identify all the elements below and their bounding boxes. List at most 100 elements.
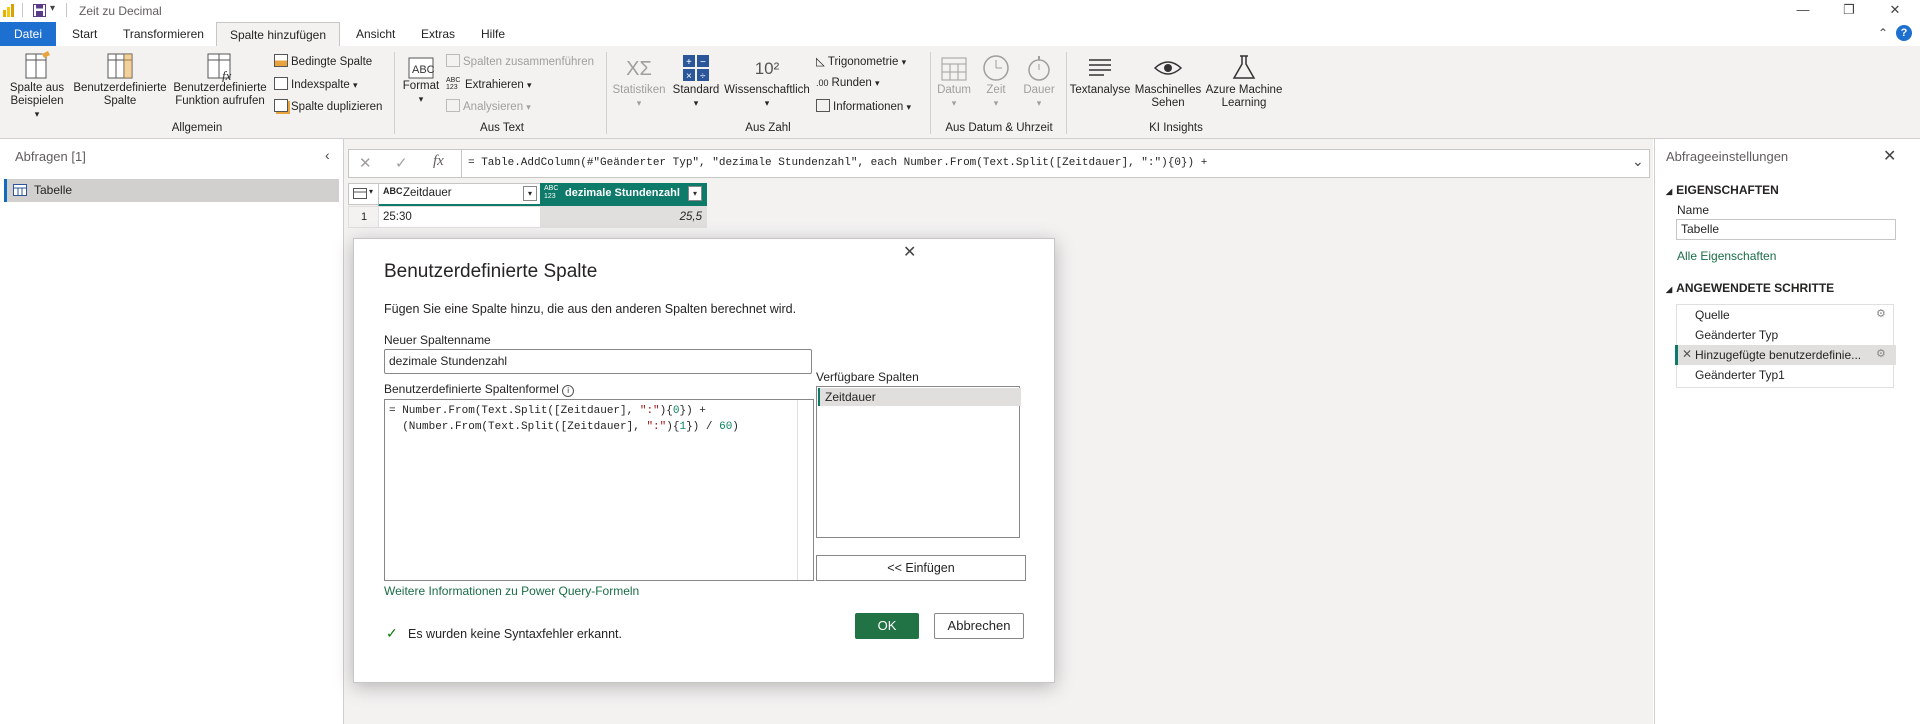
cancel-formula-icon[interactable]: ✕ (359, 154, 372, 172)
formula-text[interactable]: = Table.AddColumn(#"Geänderter Typ", "de… (468, 157, 1207, 169)
extrahieren-label: Extrahieren (465, 79, 524, 91)
gear-icon[interactable]: ⚙ (1876, 307, 1886, 320)
column-filter-icon[interactable]: ▾ (523, 186, 537, 201)
collapse-ribbon-icon[interactable]: ⌃ (1878, 26, 1888, 40)
dauer-button[interactable]: Dauer ▾ (1018, 54, 1060, 110)
benutzerdefinierte-spalte-button[interactable]: Benutzerdefinierte Spalte (70, 50, 170, 108)
delete-step-icon[interactable]: ✕ (1682, 347, 1692, 361)
cancel-button[interactable]: Abbrechen (934, 613, 1024, 639)
step-item[interactable]: Quelle ⚙ (1677, 305, 1893, 325)
azure-ml-label: Azure Machine Learning (1205, 84, 1283, 109)
azure-ml-button[interactable]: Azure Machine Learning (1204, 54, 1284, 110)
step-item[interactable]: Geänderter Typ1 (1677, 365, 1893, 385)
any-type-icon[interactable]: ABC 123 (544, 185, 562, 201)
format-text-icon: ABC (408, 57, 435, 79)
spalten-zusammenfuehren-button[interactable]: Spalten zusammenführen (446, 54, 594, 68)
format-button[interactable]: ABC Format ▾ (400, 56, 442, 106)
dropdown-icon: ▾ (636, 98, 642, 108)
wissenschaftlich-button[interactable]: 10² Wissenschaftlich ▾ (724, 54, 810, 110)
help-link[interactable]: Weitere Informationen zu Power Query-For… (384, 584, 639, 598)
close-dialog-icon[interactable]: ✕ (903, 242, 916, 262)
tab-start[interactable]: Start (70, 22, 99, 46)
formula-editor[interactable]: = Number.From(Text.Split([Zeitdauer], ":… (384, 399, 814, 581)
runden-button[interactable]: .00 Runden ▾ (816, 77, 880, 89)
spalte-aus-beispielen-label: Spalte aus Beispielen (9, 82, 65, 107)
svg-text:÷: ÷ (700, 71, 706, 82)
extrahieren-button[interactable]: ABC 123 Extrahieren ▾ (446, 77, 532, 91)
dropdown-icon: ▾ (951, 98, 957, 108)
column-header-zeitdauer[interactable]: ABC Zeitdauer ▾ (378, 183, 542, 207)
bedingte-spalte-button[interactable]: Bedingte Spalte (274, 54, 372, 68)
standard-button[interactable]: + − × ÷ Standard ▾ (670, 54, 722, 110)
information-icon (816, 99, 830, 112)
indexspalte-button[interactable]: Indexspalte ▾ (274, 77, 358, 91)
insert-button[interactable]: << Einfügen (816, 555, 1026, 581)
group-separator (1066, 52, 1067, 134)
group-label-ki-insights: KI Insights (1149, 122, 1203, 134)
zeit-button[interactable]: Zeit ▾ (976, 54, 1016, 110)
textanalyse-button[interactable]: Textanalyse (1068, 54, 1132, 97)
table-cell-dezimale-stundenzahl[interactable]: 25,5 (540, 206, 707, 228)
informationen-button[interactable]: Informationen ▾ (816, 99, 911, 113)
dropdown-icon: ▾ (875, 78, 880, 88)
quick-access-dropdown-icon[interactable]: ▾ (50, 3, 55, 14)
tab-transformieren[interactable]: Transformieren (121, 22, 206, 46)
formula-string: ":" (639, 405, 660, 417)
minimize-icon[interactable]: — (1788, 2, 1818, 17)
tab-datei[interactable]: Datei (0, 22, 56, 46)
table-menu-button[interactable]: ▾ (348, 183, 380, 205)
formula-label-text: Benutzerdefinierte Spaltenformel (384, 382, 559, 396)
properties-header[interactable]: ◢ EIGENSCHAFTEN (1666, 183, 1779, 197)
commit-formula-icon[interactable]: ✓ (395, 154, 408, 172)
formula-code: ){ (659, 405, 673, 417)
tab-extras[interactable]: Extras (419, 22, 457, 46)
informationen-label: Informationen (833, 101, 904, 113)
analysieren-button[interactable]: Analysieren ▾ (446, 99, 531, 113)
dropdown-icon: ▾ (527, 80, 532, 90)
column-name: Zeitdauer (403, 187, 452, 199)
tab-spalte-hinzufuegen[interactable]: Spalte hinzufügen (216, 22, 340, 47)
row-index: 1 (348, 206, 380, 228)
editor-scrollbar[interactable] (797, 400, 798, 580)
column-name-input[interactable]: dezimale Stundenzahl (384, 349, 812, 374)
expand-formula-icon[interactable]: ⌄ (1632, 153, 1644, 170)
query-name-input[interactable]: Tabelle (1676, 219, 1896, 240)
save-icon[interactable] (33, 4, 46, 17)
query-item-tabelle[interactable]: Tabelle (4, 179, 339, 202)
close-window-icon[interactable]: ✕ (1880, 2, 1910, 18)
trigonometrie-button[interactable]: ◺ Trigonometrie ▾ (816, 54, 906, 68)
dropdown-icon: ▾ (901, 57, 907, 67)
tab-hilfe[interactable]: Hilfe (479, 22, 507, 46)
gear-icon[interactable]: ⚙ (1876, 347, 1886, 360)
spalte-aus-beispielen-button[interactable]: Spalte aus Beispielen ▾ (4, 50, 70, 121)
all-properties-link[interactable]: Alle Eigenschaften (1677, 249, 1776, 263)
datum-button[interactable]: Datum ▾ (934, 54, 974, 110)
info-icon[interactable]: i (562, 385, 575, 397)
statistiken-button[interactable]: XΣ Statistiken ▾ (610, 54, 668, 110)
collapse-pane-icon[interactable]: ‹ (325, 147, 330, 163)
column-header-dezimale-stundenzahl[interactable]: ABC 123 dezimale Stundenzahl ▾ (540, 183, 707, 207)
wissenschaftlich-label: Wissenschaftlich (724, 84, 810, 96)
applied-steps-header-label: ANGEWENDETE SCHRITTE (1676, 281, 1835, 295)
calendar-icon (941, 57, 967, 81)
step-item[interactable]: Geänderter Typ (1677, 325, 1893, 345)
text-type-icon[interactable]: ABC (383, 186, 403, 196)
step-item-selected[interactable]: ✕ Hinzugefügte benutzerdefinie... ⚙ (1675, 345, 1896, 365)
ok-button[interactable]: OK (855, 613, 919, 639)
benutzerdefinierte-funktion-button[interactable]: fx Benutzerdefinierte Funktion aufrufen (170, 50, 270, 108)
applied-steps-header[interactable]: ◢ ANGEWENDETE SCHRITTE (1666, 281, 1834, 295)
dropdown-icon: ▾ (1036, 98, 1042, 108)
close-pane-icon[interactable]: ✕ (1883, 146, 1896, 166)
column-filter-icon[interactable]: ▾ (688, 186, 702, 201)
benutzerdefinierte-spalte-label: Benutzerdefinierte Spalte (73, 82, 167, 107)
formula-number: 60 (719, 421, 733, 433)
restore-icon[interactable]: ❐ (1834, 2, 1864, 18)
table-cell-zeitdauer[interactable]: 25:30 (378, 206, 542, 228)
tab-ansicht[interactable]: Ansicht (354, 22, 397, 46)
collapse-arrow-icon: ◢ (1666, 285, 1673, 294)
maschinelles-sehen-button[interactable]: Maschinelles Sehen (1132, 54, 1204, 110)
fx-icon[interactable]: fx (433, 153, 444, 170)
available-column-item[interactable]: Zeitdauer (818, 388, 1021, 406)
help-icon[interactable]: ? (1896, 25, 1912, 41)
spalte-duplizieren-button[interactable]: Spalte duplizieren (274, 99, 382, 113)
